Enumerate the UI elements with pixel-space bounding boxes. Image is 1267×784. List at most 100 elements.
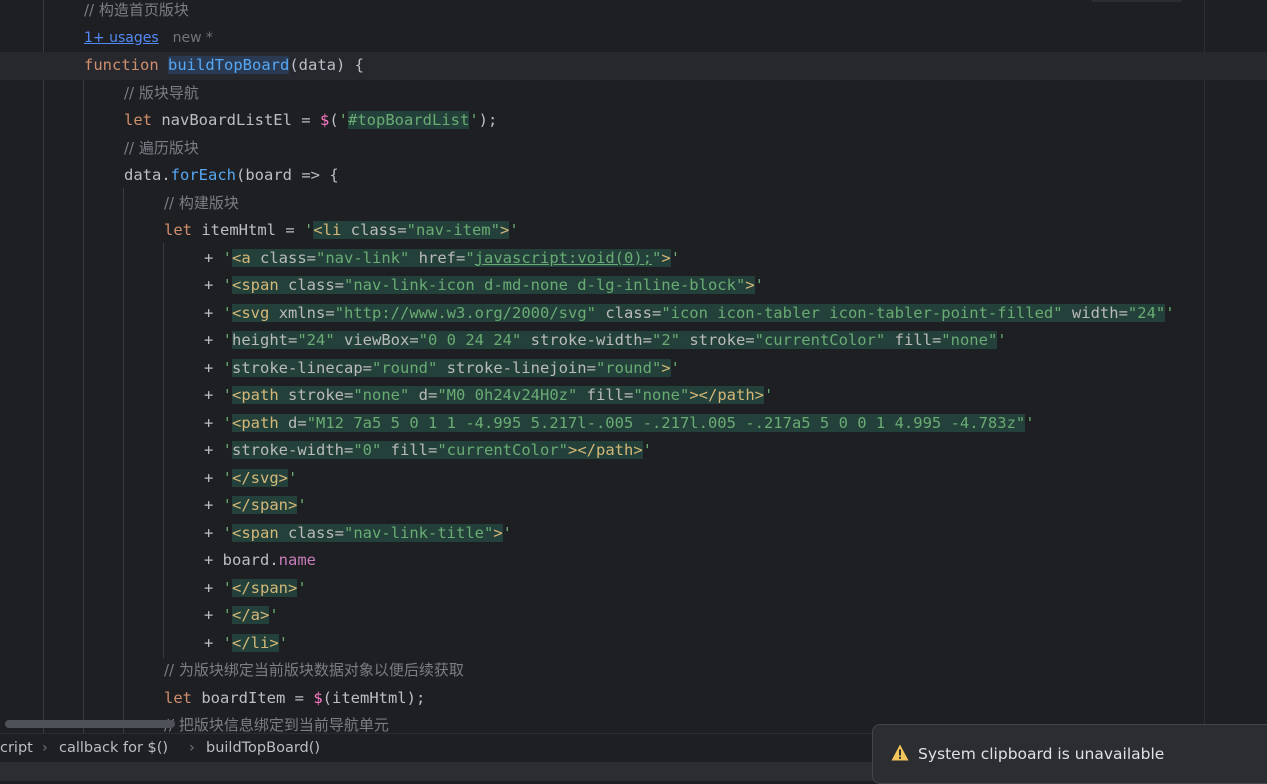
code-token: + (204, 578, 223, 597)
code-line-content: + '</svg>' (204, 465, 297, 493)
code-token: #topBoardList (348, 111, 470, 129)
code-token: "0 0 24 24" (418, 331, 531, 349)
breadcrumb-item-script[interactable]: cript (0, 734, 33, 762)
code-token: "currentColor" (437, 441, 568, 459)
code-line-content: + '</span>' (204, 492, 307, 520)
code-line-content: function buildTopBoard(data) { (84, 52, 364, 80)
code-token: + (204, 468, 223, 487)
code-token: d= (418, 386, 438, 404)
code-token: > (493, 523, 503, 542)
code-token: stroke= (689, 331, 755, 349)
code-token: "icon icon-tabler icon-tabler-point-fill… (661, 303, 1072, 322)
code-token: javascript:void(0); (474, 248, 652, 267)
code-line-content: + '<path stroke="none" d="M0 0h24v24H0z"… (204, 382, 773, 410)
code-token: ' (222, 331, 233, 349)
code-line: function buildTopBoard(data) { (0, 52, 1267, 80)
code-token: class= (260, 248, 317, 267)
code-token: + (204, 551, 223, 569)
code-token: > (745, 276, 755, 294)
code-token: name (278, 551, 316, 569)
breadcrumb-item-callback[interactable]: callback for $() (59, 734, 168, 762)
code-token: // 构造首页版块 (84, 1, 189, 19)
code-token: data. (124, 166, 171, 184)
code-line: // 遍历版块 (0, 135, 1267, 163)
code-line: + '<path d="M12 7a5 5 0 1 1 -4.995 5.217… (0, 410, 1267, 438)
code-token: fill= (894, 331, 942, 349)
code-token: <span (232, 276, 289, 294)
code-line: // 构造首页版块 (0, 0, 1267, 25)
code-line-content: // 构建版块 (164, 190, 239, 218)
code-token: width= (1071, 303, 1128, 322)
code-line: + '</span>' (0, 492, 1267, 520)
notification-toast[interactable]: System clipboard is unavailable (872, 724, 1267, 784)
code-token: > (661, 248, 671, 267)
code-line-content: // 遍历版块 (124, 135, 199, 163)
code-token: "none" (941, 331, 998, 349)
code-line-content: + board.name (204, 547, 316, 575)
code-token: "M12 7a5 5 0 1 1 -4.995 5.217l-.005 -.21… (306, 413, 1026, 432)
code-token: (itemHtml); (322, 688, 426, 707)
breadcrumb-separator: › (42, 740, 48, 756)
code-token: ' (222, 523, 233, 542)
code-token: <path (232, 386, 289, 404)
code-token: "none" (633, 386, 690, 404)
code-token: stroke-width= (530, 331, 652, 349)
code-token: + (204, 496, 223, 514)
code-token: (board => { (236, 166, 339, 184)
code-token: viewBox= (344, 331, 419, 349)
code-line-content: + 'stroke-linecap="round" stroke-linejoi… (204, 355, 680, 383)
code-token: </svg> (232, 468, 289, 487)
code-line-content: + 'height="24" viewBox="0 0 24 24" strok… (204, 327, 1007, 355)
code-token: "2" (651, 331, 690, 349)
code-token: + (204, 606, 223, 624)
code-token: ' (1165, 303, 1175, 322)
code-token: xmlns= (278, 303, 335, 322)
code-line-content: 1+ usages new * (84, 25, 213, 53)
code-editor[interactable]: // 构造首页版块 1+ usages new * function buildTop… (0, 0, 1267, 733)
code-token: stroke= (288, 386, 354, 404)
code-line: + '<span class="nav-link-icon d-md-none … (0, 272, 1267, 300)
code-line-content: // 版块导航 (124, 80, 199, 108)
code-token: stroke-width= (232, 441, 354, 459)
code-token: function (84, 56, 168, 74)
horizontal-scrollbar[interactable] (5, 720, 175, 728)
code-line: let boardItem = $(itemHtml); (0, 685, 1267, 713)
code-token: // 构建版块 (164, 193, 239, 212)
usages-link[interactable]: 1+ usages (84, 30, 159, 46)
code-line: + 'stroke-width="0" fill="currentColor">… (0, 437, 1267, 465)
code-line: + '</span>' (0, 575, 1267, 603)
code-token: ' (642, 441, 652, 459)
code-token: $ (313, 688, 323, 707)
notification-message: System clipboard is unavailable (918, 745, 1165, 763)
code-line: + '<span class="nav-link-title">' (0, 520, 1267, 548)
code-token: " (652, 248, 662, 267)
code-token: height= (232, 331, 298, 349)
code-line-content: // 为版块绑定当前版块数据对象以便后续获取 (164, 657, 464, 685)
code-token: ' (338, 111, 348, 129)
code-token: ' (670, 248, 681, 267)
code-line: + '</svg>' (0, 465, 1267, 493)
code-token: ' (763, 386, 774, 404)
code-token: ' (278, 633, 289, 652)
code-token: + (204, 248, 223, 267)
code-token: // 为版块绑定当前版块数据对象以便后续获取 (164, 661, 464, 679)
code-line-content: + '</li>' (204, 630, 288, 658)
code-token: buildTopBoard (168, 56, 290, 74)
breadcrumb-item-function[interactable]: buildTopBoard() (206, 734, 320, 762)
code-token: "nav-link-icon d-md-none d-lg-inline-blo… (344, 276, 746, 294)
code-token: href= (418, 248, 466, 267)
code-token: ' (297, 578, 307, 597)
vcs-hint: new * (172, 29, 214, 46)
code-token: <a (232, 248, 261, 267)
code-token: + (204, 633, 223, 652)
code-token: ' (288, 468, 298, 487)
code-token: ' (222, 578, 233, 597)
code-line: + '<a class="nav-link" href="javascript:… (0, 245, 1267, 273)
code-token: "24" (1127, 303, 1166, 322)
code-token: + (204, 331, 223, 349)
code-token: ' (469, 111, 479, 129)
code-line-content: + '<a class="nav-link" href="javascript:… (204, 245, 680, 273)
code-token: + (204, 358, 223, 377)
code-token: "round" (595, 358, 662, 377)
code-token: ' (670, 358, 680, 377)
